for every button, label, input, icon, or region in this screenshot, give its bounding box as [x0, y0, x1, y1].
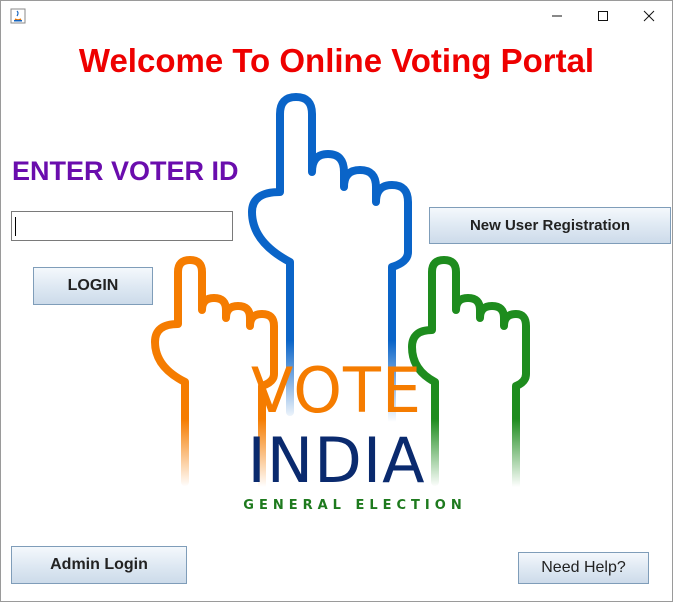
voter-id-label: ENTER VOTER ID	[12, 156, 239, 186]
minimize-button[interactable]	[534, 1, 580, 31]
new-user-registration-button[interactable]: New User Registration	[429, 207, 671, 244]
page-title: Welcome To Online Voting Portal	[78, 42, 595, 79]
minimize-icon	[552, 15, 562, 17]
logo-vote-text: VOTE	[250, 354, 423, 427]
maximize-icon	[598, 11, 608, 21]
voter-id-input[interactable]	[11, 211, 233, 241]
logo-india-text: INDIA	[247, 424, 426, 497]
close-button[interactable]	[626, 1, 672, 31]
need-help-button[interactable]: Need Help?	[518, 552, 649, 584]
logo-general-election-text: GENERAL ELECTION	[243, 498, 467, 513]
admin-login-button[interactable]: Admin Login	[11, 546, 187, 584]
login-button[interactable]: LOGIN	[33, 267, 153, 305]
title-bar[interactable]	[1, 1, 672, 31]
text-caret	[15, 217, 16, 236]
close-icon	[643, 10, 655, 22]
maximize-button[interactable]	[580, 1, 626, 31]
java-app-icon	[10, 8, 26, 24]
